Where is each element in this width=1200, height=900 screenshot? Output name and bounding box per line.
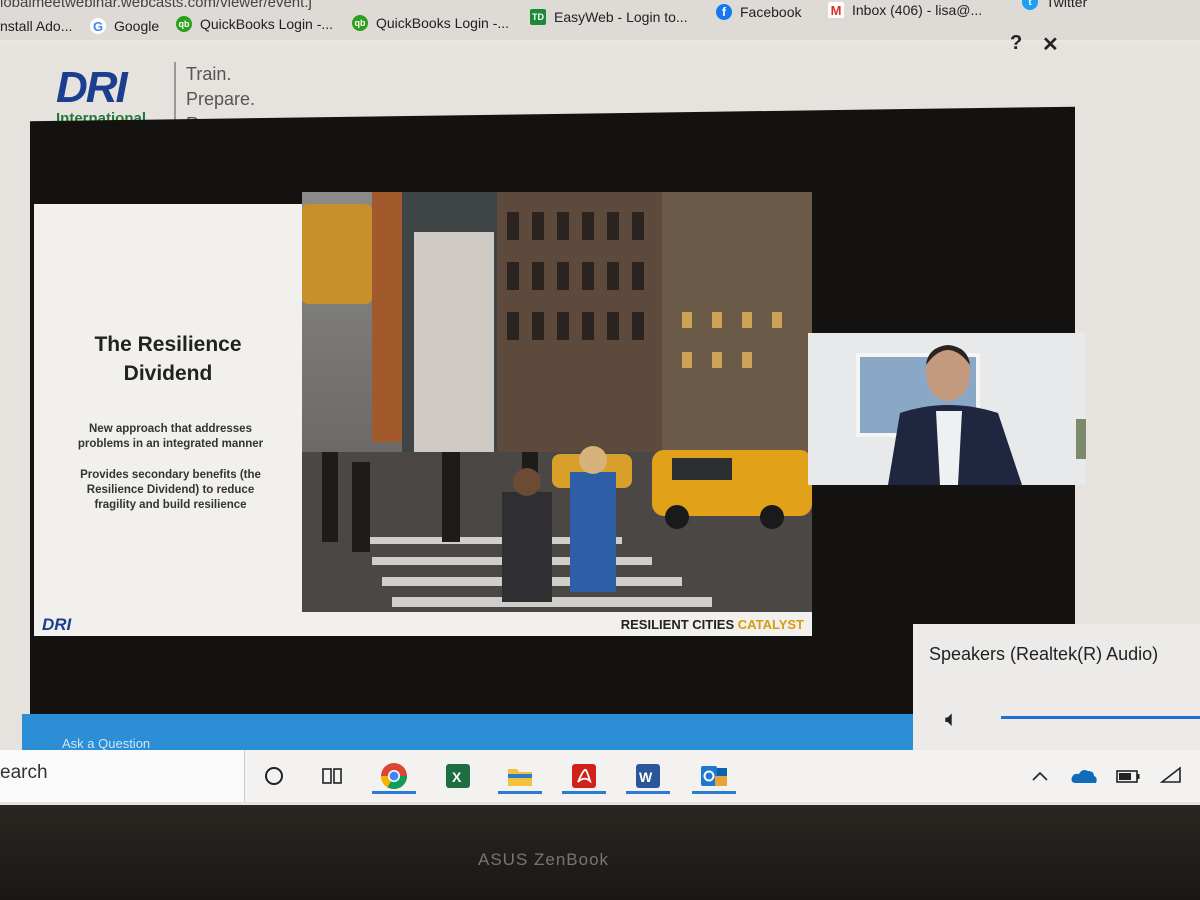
taskbar: earch X W [0,750,1200,802]
chrome-icon[interactable] [372,760,416,794]
bullet-line: Provides secondary benefits (the [80,469,261,481]
slide-title-line: The Resilience [94,333,242,356]
slide-footer: DRI RESILIENT CITIES CATALYST [34,612,812,636]
svg-text:W: W [639,769,653,785]
taskbar-search[interactable]: earch [0,750,245,802]
bookmark-label: Inbox (406) - lisa@... [852,2,983,18]
laptop-bezel: ASUS ZenBook [0,805,1200,900]
google-icon: G [90,18,106,34]
acrobat-icon[interactable] [562,760,606,794]
speaker-icon[interactable]: 🔈︎ [945,706,958,732]
slide-title-line: Dividend [123,362,213,385]
bookmark-adobe[interactable]: nstall Ado... [0,14,72,38]
bookmark-google[interactable]: G Google [90,14,159,38]
audio-device-label[interactable]: Speakers (Realtek(R) Audio) [929,644,1158,665]
battery-icon[interactable] [1112,760,1144,792]
city-photo-graphic [302,192,812,612]
bookmark-label: Google [114,18,160,34]
bookmark-label: EasyWeb - Login to... [554,9,688,25]
bookmark-twitter[interactable]: t Twitter [1022,0,1087,14]
brand-catalyst: CATALYST [737,617,804,632]
slide-bullet-1: New approach that addresses problems in … [48,422,293,452]
slide-bullet-2: Provides secondary benefits (the Resilie… [48,468,293,513]
task-view-icon[interactable] [316,760,348,792]
search-text: earch [0,762,48,783]
address-bar[interactable]: lobalmeetwebinar.webcasts.com/viewer/eve… [0,0,312,11]
td-bank-icon: TD [530,9,546,25]
bookmark-quickbooks-2[interactable]: qb QuickBooks Login -... [352,11,509,35]
bookmark-quickbooks-1[interactable]: qb QuickBooks Login -... [176,12,333,36]
speaker-video[interactable] [808,333,1086,485]
volume-slider[interactable] [1001,716,1200,719]
city-street-photo [302,192,812,612]
bookmark-label: QuickBooks Login -... [376,15,510,31]
presentation-slide: The Resilience Dividend New approach tha… [34,192,812,636]
laptop-brand: ASUS ZenBook [478,850,610,869]
question-bar[interactable]: Ask a Question [22,714,914,754]
facebook-icon: f [716,4,732,20]
brand-resilient-cities: RESILIENT CITIES [620,617,735,632]
file-explorer-icon[interactable] [498,760,542,794]
bookmark-label: Facebook [740,4,802,20]
tagline-train: Train. [186,64,232,84]
cortana-icon[interactable] [258,760,290,792]
slide-title: The Resilience Dividend [34,330,302,388]
logo-text: DRI [56,63,128,112]
slide-footer-brand: RESILIENT CITIES CATALYST [621,617,804,632]
bullet-line: fragility and build resilience [94,499,247,511]
word-icon[interactable]: W [626,760,670,794]
close-button[interactable]: ✕ [1042,32,1059,57]
bookmark-gmail[interactable]: M Inbox (406) - lisa@... [828,0,982,22]
twitter-icon: t [1022,0,1038,10]
bookmark-label: nstall Ado... [0,18,73,34]
ask-question-label: Ask a Question [62,736,151,751]
bullet-line: problems in an integrated manner [77,438,264,450]
quickbooks-icon: qb [176,16,192,32]
onedrive-icon[interactable] [1068,760,1100,792]
bullet-line: New approach that addresses [89,423,252,435]
outlook-icon[interactable] [692,760,736,794]
volume-flyout: Speakers (Realtek(R) Audio) 🔈︎ [913,624,1200,754]
speaker-video-graphic [808,333,1086,485]
bookmark-facebook[interactable]: f Facebook [716,0,801,24]
monitor-screen: lobalmeetwebinar.webcasts.com/viewer/eve… [0,0,1200,805]
excel-icon[interactable]: X [442,760,474,792]
quickbooks-icon: qb [352,15,368,31]
svg-text:X: X [452,769,462,785]
slide-footer-logo: DRI [42,615,72,634]
tagline-prepare: Prepare. [186,89,256,109]
bookmark-label: Twitter [1046,0,1088,10]
help-button[interactable]: ? [1010,32,1022,55]
bullet-line: Resilience Dividend) to reduce [86,484,255,496]
chevron-up-icon[interactable] [1024,760,1056,792]
slide-text-panel: The Resilience Dividend New approach tha… [34,204,302,614]
gmail-icon: M [828,2,844,18]
wifi-icon[interactable] [1156,760,1188,792]
bookmark-easyweb[interactable]: TD EasyWeb - Login to... [530,5,688,29]
bookmark-label: QuickBooks Login -... [200,16,334,32]
